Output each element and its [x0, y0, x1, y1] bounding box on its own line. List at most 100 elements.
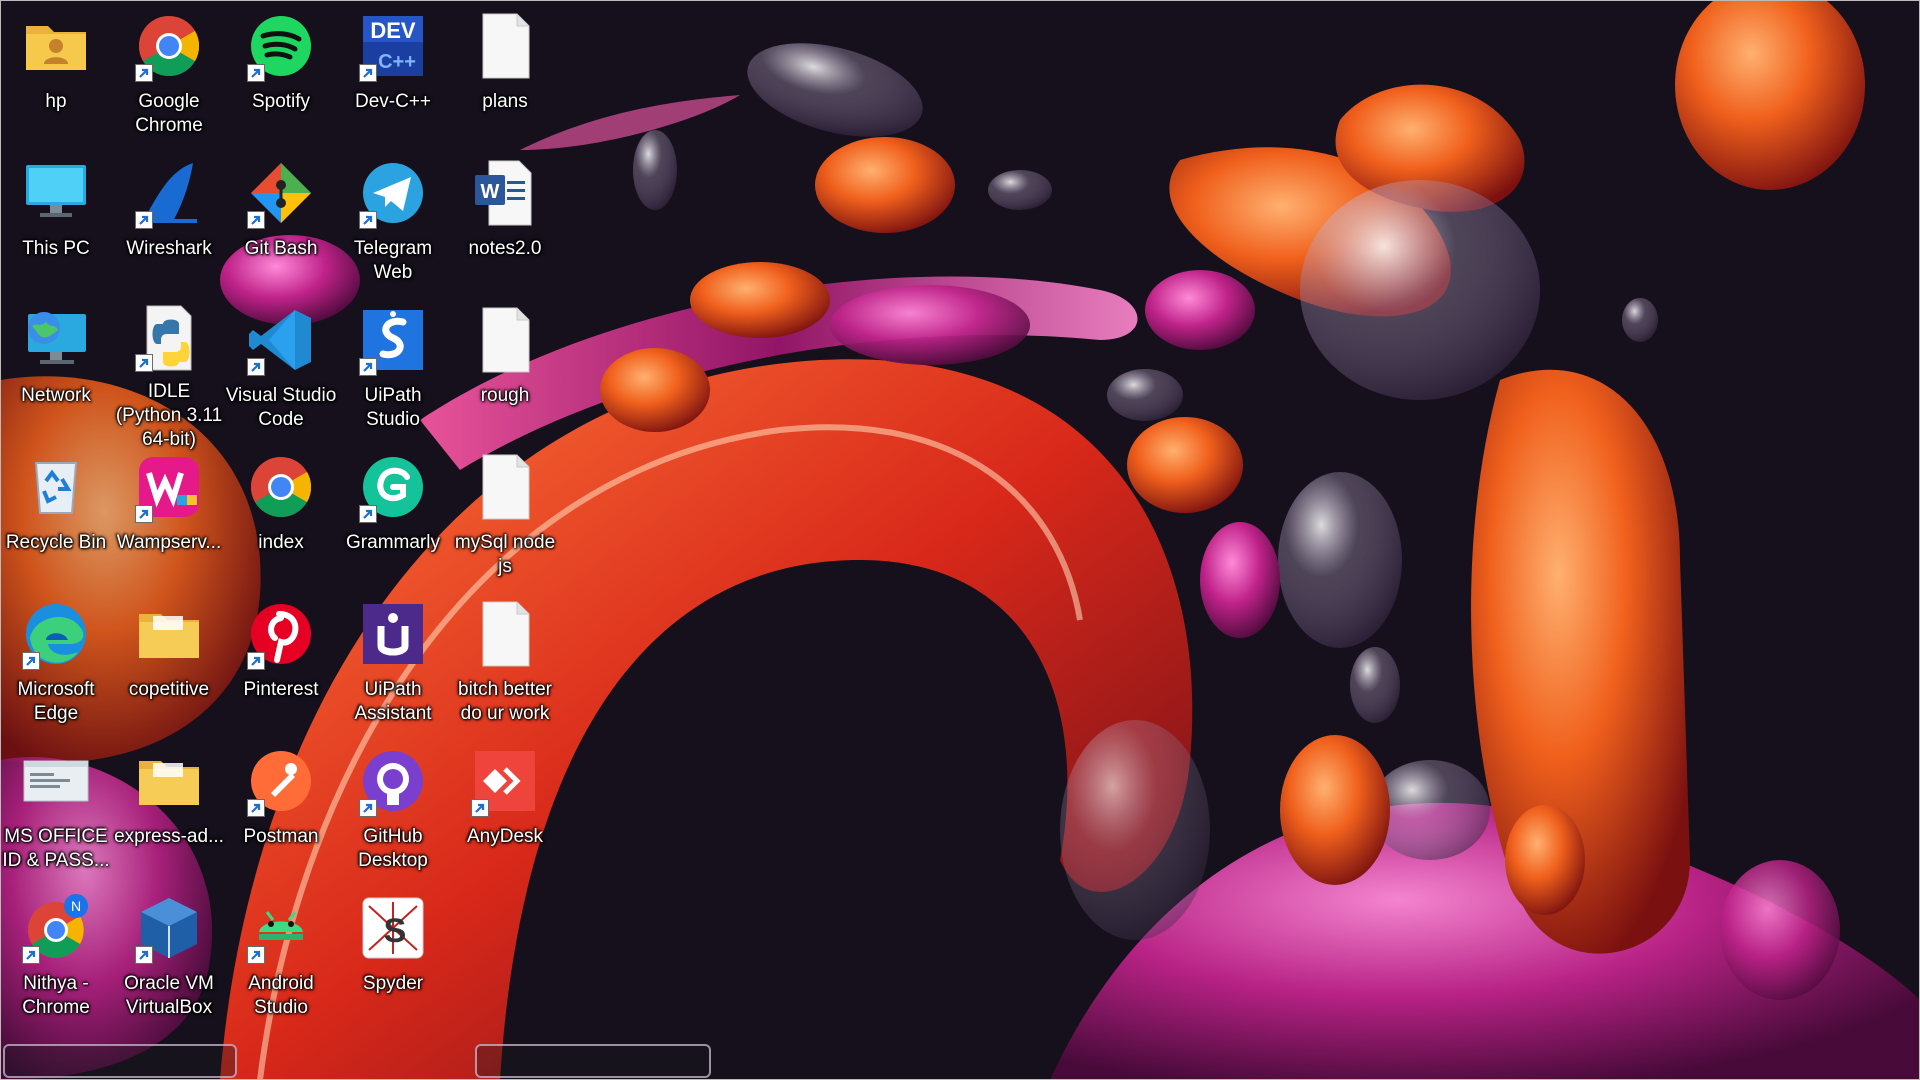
chrome-icon: [131, 8, 207, 84]
desktop-icon-git-bash[interactable]: Git Bash: [225, 147, 337, 291]
desktop-icon-oracle-vm-virtualbox[interactable]: Oracle VM VirtualBox: [113, 882, 225, 1026]
desktop-icon-label: mySql node js: [454, 532, 556, 577]
desktop-icon-anydesk[interactable]: AnyDesk: [449, 735, 561, 879]
desktop-icon-label: express-ad...: [114, 826, 224, 847]
desktop-icon-notes2-0[interactable]: Wnotes2.0: [449, 147, 561, 291]
desktop-icon-bitch-better-do-ur-work[interactable]: bitch better do ur work: [449, 588, 561, 732]
desktop-icon-label: rough: [480, 385, 530, 406]
desktop-icon-telegram-web[interactable]: Telegram Web: [337, 147, 449, 291]
shortcut-arrow-icon: [359, 358, 377, 376]
shortcut-arrow-icon: [359, 211, 377, 229]
edge-icon: [18, 596, 94, 672]
taskbar-slot-center[interactable]: [475, 1044, 711, 1078]
telegram-icon: [355, 155, 431, 231]
blank-document-icon: [467, 302, 543, 378]
desktop-icon-spotify[interactable]: Spotify: [225, 0, 337, 144]
desktop-icon-label: Grammarly: [346, 532, 440, 553]
desktop-icon-google-chrome[interactable]: Google Chrome: [113, 0, 225, 144]
shortcut-arrow-icon: [359, 505, 377, 523]
wireshark-icon: [131, 155, 207, 231]
blank-document-icon: [467, 596, 543, 672]
desktop-icon-label: Wampserv...: [116, 532, 222, 553]
desktop-icon-label: Postman: [243, 826, 319, 847]
shortcut-arrow-icon: [135, 64, 153, 82]
wampserver-icon: [131, 449, 207, 525]
desktop-icon-spyder[interactable]: S Spyder: [337, 882, 449, 1026]
folder-icon: [131, 743, 207, 819]
text-document-icon: [18, 743, 94, 819]
desktop-icon-label: UiPath Studio: [364, 385, 422, 430]
desktop-icon-label: index: [258, 532, 304, 553]
svg-text:S: S: [384, 912, 407, 950]
git-bash-icon: [243, 155, 319, 231]
desktop-icon-plans[interactable]: plans: [449, 0, 561, 144]
desktop-icon-this-pc[interactable]: This PC: [0, 147, 112, 291]
shortcut-arrow-icon: [247, 211, 265, 229]
devcpp-icon: DEV C++: [355, 8, 431, 84]
desktop-icon-label: Android Studio: [248, 973, 314, 1018]
desktop-icon-wireshark[interactable]: Wireshark: [113, 147, 225, 291]
desktop-icon-index[interactable]: index: [225, 441, 337, 585]
svg-text:DEV: DEV: [370, 18, 416, 43]
desktop-icon-android-studio[interactable]: Android Studio: [225, 882, 337, 1026]
taskbar-slot-left[interactable]: [3, 1044, 237, 1078]
desktop-icon-rough[interactable]: rough: [449, 294, 561, 438]
desktop-icon-recycle-bin[interactable]: Recycle Bin: [0, 441, 112, 585]
desktop-icon-mysql-node-js[interactable]: mySql node js: [449, 441, 561, 585]
desktop-icon-label: notes2.0: [468, 238, 542, 259]
desktop-icon-nithya-chrome[interactable]: N Nithya - Chrome: [0, 882, 112, 1026]
user-folder-icon: [18, 8, 94, 84]
shortcut-arrow-icon: [247, 799, 265, 817]
desktop-icon-label: AnyDesk: [466, 826, 544, 847]
desktop-icon-pinterest[interactable]: Pinterest: [225, 588, 337, 732]
desktop-icon-hp[interactable]: hp: [0, 0, 112, 144]
shortcut-arrow-icon: [359, 799, 377, 817]
desktop-icon-postman[interactable]: Postman: [225, 735, 337, 879]
folder-icon: [131, 596, 207, 672]
desktop-icon-label: Visual Studio Code: [225, 385, 337, 430]
desktop-icon-microsoft-edge[interactable]: Microsoft Edge: [0, 588, 112, 732]
desktop-icon-label: Network: [21, 385, 91, 406]
desktop-icon-label: hp: [45, 91, 67, 112]
desktop-icon-label: Telegram Web: [353, 238, 433, 283]
desktop-icon-label: Nithya - Chrome: [22, 973, 90, 1018]
desktop-icon-label: Pinterest: [243, 679, 319, 700]
blank-document-icon: [467, 8, 543, 84]
desktop-icon-visual-studio-code[interactable]: Visual Studio Code: [225, 294, 337, 438]
desktop-icon-label: copetitive: [128, 679, 210, 700]
uipath-assistant-icon: [355, 596, 431, 672]
desktop-icon-label: MS OFFICE ID & PASS...: [2, 826, 110, 871]
recycle-bin-icon: [18, 449, 94, 525]
desktop-icon-idle-python-3-11-64-bit[interactable]: IDLE (Python 3.11 64-bit): [113, 294, 225, 450]
desktop-icon-label: This PC: [22, 238, 90, 259]
desktop-icon-wampserv[interactable]: Wampserv...: [113, 441, 225, 585]
desktop-icon-network[interactable]: Network: [0, 294, 112, 438]
desktop-icon-uipath-studio[interactable]: UiPath Studio: [337, 294, 449, 438]
desktop-icon-express-ad[interactable]: express-ad...: [113, 735, 225, 879]
desktop-icon-copetitive[interactable]: copetitive: [113, 588, 225, 732]
virtualbox-icon: [131, 890, 207, 966]
desktop-icon-ms-office-id-pass[interactable]: MS OFFICE ID & PASS...: [0, 735, 112, 879]
spotify-icon: [243, 8, 319, 84]
shortcut-arrow-icon: [22, 946, 40, 964]
monitor-icon: [18, 155, 94, 231]
desktop-icon-label: GitHub Desktop: [358, 826, 428, 871]
desktop-icon-grammarly[interactable]: Grammarly: [337, 441, 449, 585]
blank-document-icon: [467, 449, 543, 525]
desktop-icon-label: Spyder: [362, 973, 424, 994]
shortcut-arrow-icon: [359, 64, 377, 82]
desktop-icon-dev-c[interactable]: DEV C++ Dev-C++: [337, 0, 449, 144]
shortcut-arrow-icon: [135, 946, 153, 964]
anydesk-icon: [467, 743, 543, 819]
desktop-icon-label: Git Bash: [244, 238, 318, 259]
desktop-icon-uipath-assistant[interactable]: UiPath Assistant: [337, 588, 449, 732]
github-icon: [355, 743, 431, 819]
desktop-icon-label: bitch better do ur work: [458, 679, 552, 724]
desktop-icon-label: Google Chrome: [135, 91, 203, 136]
desktop-icon-label: Wireshark: [126, 238, 212, 259]
shortcut-arrow-icon: [471, 799, 489, 817]
desktop-icon-label: Dev-C++: [354, 91, 432, 112]
desktop-icon-github-desktop[interactable]: GitHub Desktop: [337, 735, 449, 879]
desktop-icon-label: Recycle Bin: [5, 532, 107, 553]
shortcut-arrow-icon: [247, 652, 265, 670]
